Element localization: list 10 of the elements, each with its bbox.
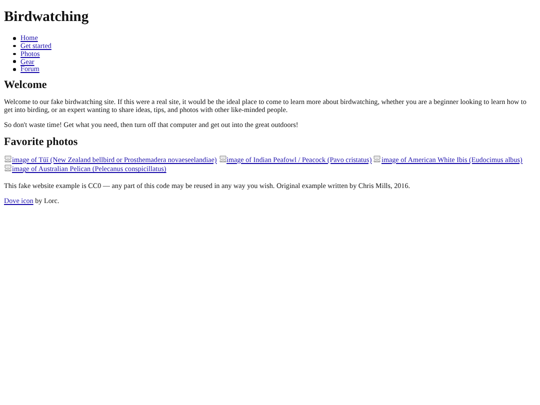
bullet-icon — [13, 44, 16, 48]
broken-image-icon — [218, 154, 226, 163]
section-heading: Favorite photos — [4, 136, 79, 149]
bullet-icon — [13, 60, 16, 63]
section-heading: Welcome — [4, 79, 48, 92]
bullet-icon — [13, 68, 16, 71]
site-title: Birdwatching — [4, 8, 90, 26]
bullet-icon — [13, 37, 16, 40]
broken-image-icon — [373, 154, 382, 163]
bullet-icon — [13, 52, 16, 56]
